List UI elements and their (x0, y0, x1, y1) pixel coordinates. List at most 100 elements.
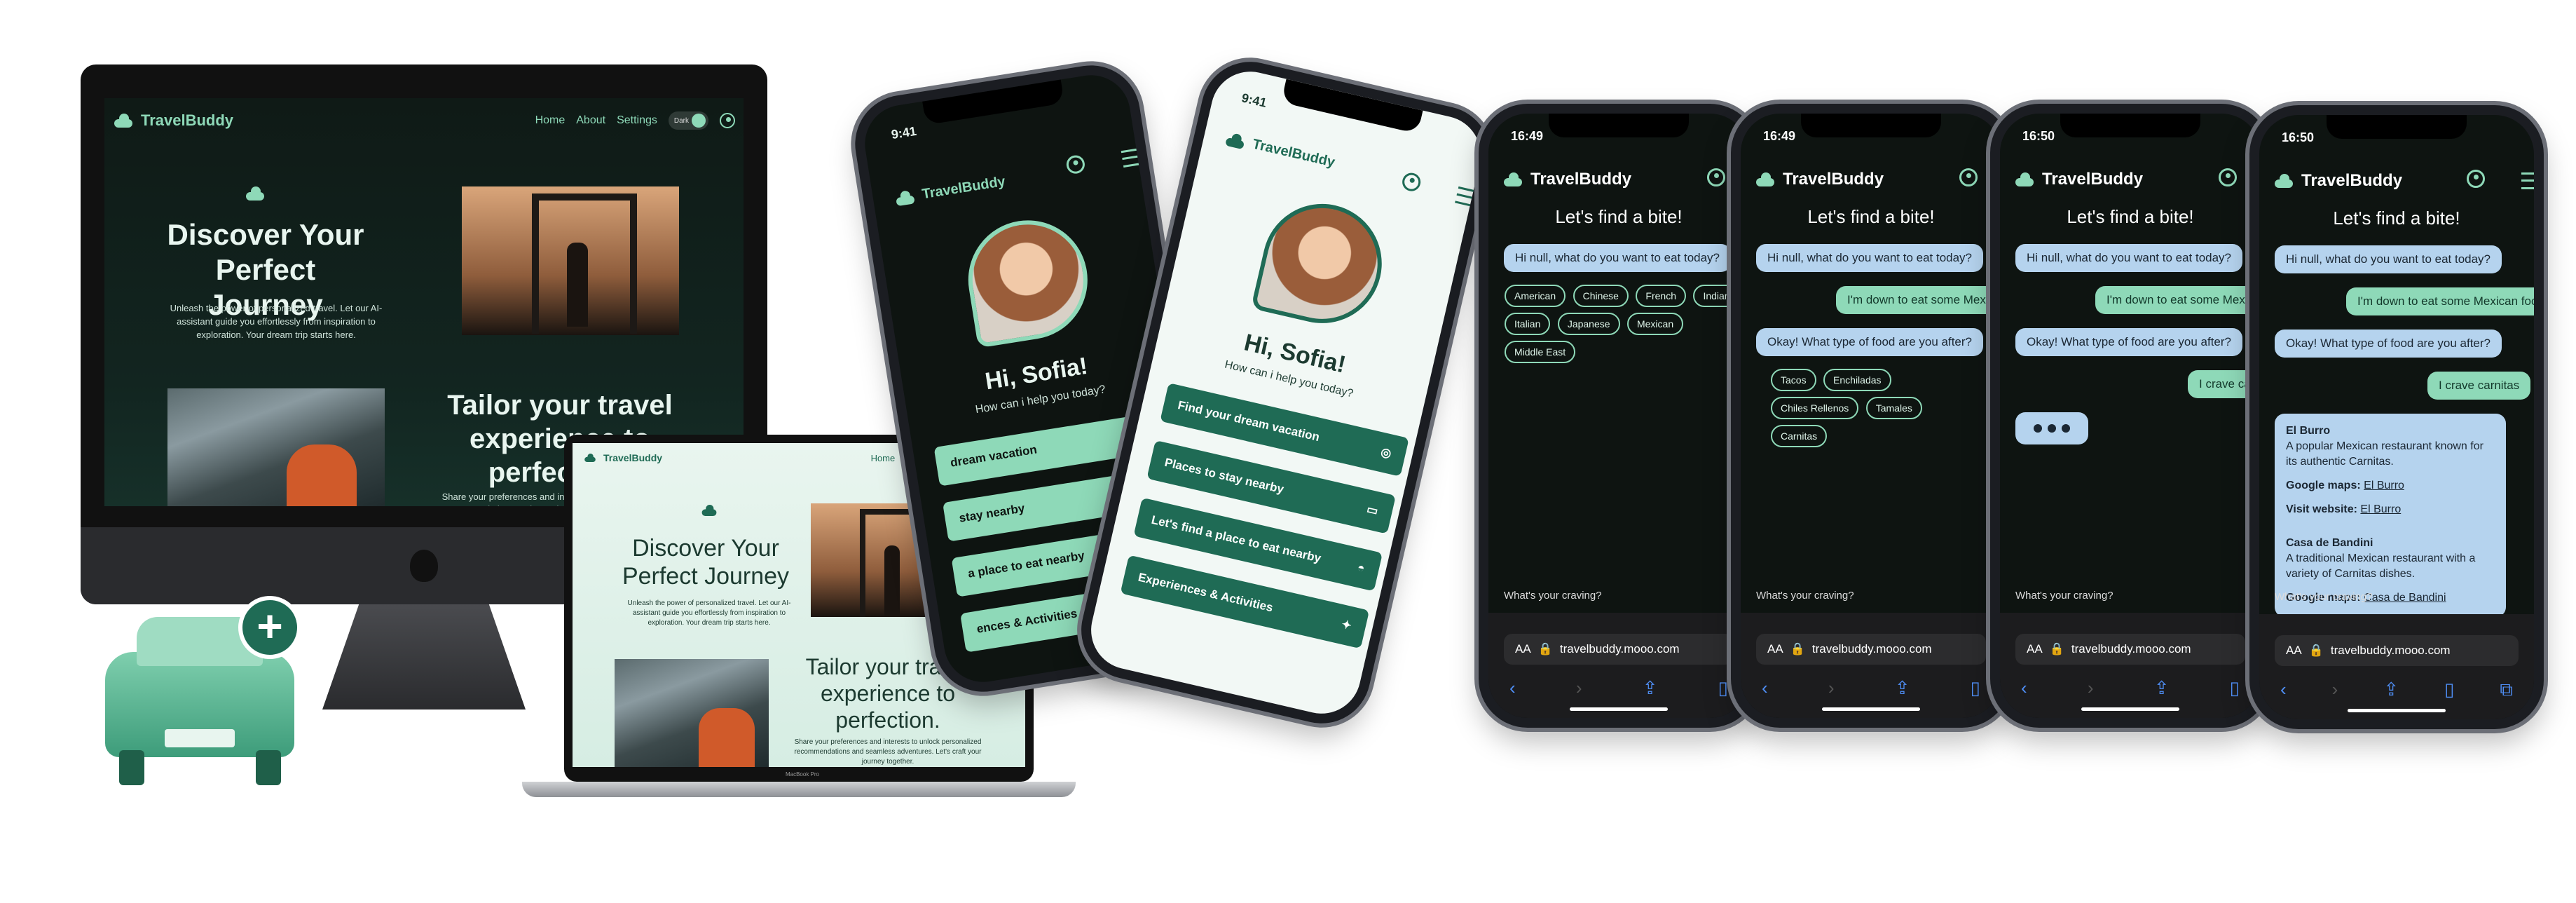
laptop-tailor-text: Share your preferences and interests to … (794, 738, 982, 766)
maps-label: Google maps: (2286, 480, 2361, 491)
safari-bar-1: AA 🔒 travelbuddy.mooo.com ‹ › ⇪ ▯ (1488, 613, 1749, 718)
url-bar[interactable]: AA 🔒 travelbuddy.mooo.com (2275, 635, 2519, 666)
share-icon[interactable]: ⇪ (2383, 679, 2399, 701)
share-icon[interactable]: ⇪ (1895, 677, 1910, 699)
menu-icon[interactable] (1121, 147, 1148, 168)
status-time-light: 9:41 (1240, 90, 1268, 110)
dark-mode-toggle[interactable]: Dark (668, 111, 708, 130)
chat-title-2: Let's find a bite! (1807, 206, 1935, 227)
user-icon[interactable] (1959, 168, 1978, 186)
nav-settings[interactable]: Settings (617, 114, 657, 127)
share-icon[interactable]: ⇪ (1643, 677, 1658, 699)
menu-label-1: Find your dream vacation (1177, 398, 1321, 444)
share-icon[interactable]: ⇪ (2154, 677, 2170, 699)
laptop-nav-home[interactable]: Home (871, 453, 896, 463)
cuisine-chip[interactable]: American (1505, 285, 1566, 307)
forward-icon[interactable]: › (2332, 679, 2338, 701)
forward-icon[interactable]: › (1828, 677, 1835, 699)
url-bar[interactable]: AA 🔒 travelbuddy.mooo.com (2015, 634, 2245, 665)
dish-chip[interactable]: Enchiladas (1823, 369, 1891, 391)
website-label: Visit website: (2286, 503, 2357, 515)
cuisine-chip[interactable]: Middle East (1505, 341, 1576, 363)
back-icon[interactable]: ‹ (1762, 677, 1768, 699)
notch (2327, 115, 2467, 139)
bot-message: Okay! What type of food are you after? (2015, 328, 2242, 356)
hero-text: Unleash the power of personalized travel… (170, 303, 383, 340)
laptop-label: MacBook Pro (785, 771, 820, 778)
maps-link[interactable]: Casa de Bandini (2364, 592, 2446, 604)
hero-cloud-icon (245, 186, 266, 201)
car-plate (165, 729, 235, 747)
laptop-lake-photo (615, 659, 769, 767)
user-icon[interactable] (2467, 170, 2485, 188)
phone-brand-name-light: TravelBuddy (1251, 136, 1337, 170)
cuisine-chip[interactable]: Japanese (1557, 313, 1620, 335)
apple-logo-icon (410, 550, 438, 582)
brand-logo[interactable]: TravelBuddy (113, 111, 233, 130)
cloud-logo-icon (893, 189, 917, 206)
typing-dot (2048, 424, 2056, 433)
chat-brand-2[interactable]: TravelBuddy (1755, 170, 1884, 189)
cuisine-chip[interactable]: French (1636, 285, 1686, 307)
url-bar[interactable]: AA 🔒 travelbuddy.mooo.com (1756, 634, 1986, 665)
dish-options: Tacos Enchiladas Chiles Rellenos Tamales… (1769, 366, 1979, 450)
home-indicator (1570, 707, 1668, 711)
dish-chip[interactable]: Carnitas (1771, 425, 1828, 447)
user-icon[interactable] (1400, 171, 1423, 194)
user-icon[interactable] (720, 113, 735, 128)
forward-icon[interactable]: › (1576, 677, 1582, 699)
nav-home[interactable]: Home (535, 114, 566, 127)
menu-icon[interactable] (2521, 172, 2534, 189)
back-icon[interactable]: ‹ (2280, 679, 2287, 701)
chat-title-1: Let's find a bite! (1555, 206, 1683, 227)
input-label-1: What's your craving? (1504, 590, 1602, 602)
chat-brand-4[interactable]: TravelBuddy (2273, 171, 2402, 191)
bookmarks-icon[interactable]: ▯ (2230, 677, 2240, 699)
back-icon[interactable]: ‹ (2021, 677, 2027, 699)
notch (1801, 114, 1941, 137)
aa-label: AA (2027, 642, 2043, 656)
input-label-3: What's your craving? (2015, 590, 2113, 602)
food-icon: ◓ (1356, 560, 1366, 576)
hero-photo (462, 186, 679, 335)
home-indicator (2348, 709, 2446, 712)
laptop-brand-name: TravelBuddy (603, 452, 663, 463)
chat-brand-3[interactable]: TravelBuddy (2014, 170, 2143, 189)
user-icon[interactable] (1707, 168, 1725, 186)
bookmarks-icon[interactable]: ▯ (2444, 679, 2454, 701)
tabs-icon[interactable]: ⧉ (2500, 679, 2513, 701)
nav-about[interactable]: About (576, 114, 605, 127)
url-text: travelbuddy.mooo.com (2071, 642, 2191, 656)
cuisine-options: American Chinese French Indian Italian J… (1502, 282, 1748, 366)
cuisine-chip[interactable]: Chinese (1573, 285, 1629, 307)
forward-icon[interactable]: › (2088, 677, 2094, 699)
restaurant-desc: A popular Mexican restaurant known for i… (2286, 440, 2483, 468)
user-icon[interactable] (2219, 168, 2237, 186)
lake-photo (167, 388, 385, 506)
menu-label-3: Let's find a place to eat nearby (1150, 512, 1322, 566)
car-illustration: + (98, 596, 301, 792)
phone-brand[interactable]: TravelBuddy (893, 174, 1007, 208)
back-icon[interactable]: ‹ (1509, 677, 1516, 699)
chat-brand-1[interactable]: TravelBuddy (1502, 170, 1631, 189)
dish-chip[interactable]: Tacos (1771, 369, 1816, 391)
user-icon[interactable] (1065, 154, 1086, 175)
chat-screen-3: 16:50 TravelBuddy Let's find a bite! Hi … (2000, 114, 2261, 718)
cuisine-chip[interactable]: Italian (1505, 313, 1551, 335)
bookmarks-icon[interactable]: ▯ (1971, 677, 1980, 699)
cloud-logo-icon (1502, 172, 1523, 186)
aa-label: AA (1767, 642, 1783, 656)
lock-icon: 🔒 (1537, 642, 1553, 656)
laptop-hero-text: Unleash the power of personalized travel… (627, 599, 791, 627)
phone-brand-light[interactable]: TravelBuddy (1224, 130, 1336, 171)
maps-link[interactable]: El Burro (2364, 480, 2404, 491)
dish-chip[interactable]: Tamales (1865, 397, 1922, 419)
laptop-brand[interactable]: TravelBuddy (580, 451, 662, 465)
lock-icon: 🔒 (2308, 644, 2324, 657)
bookmarks-icon[interactable]: ▯ (1718, 677, 1728, 699)
url-bar[interactable]: AA 🔒 travelbuddy.mooo.com (1504, 634, 1734, 665)
cuisine-chip[interactable]: Mexican (1626, 313, 1684, 335)
website-link[interactable]: El Burro (2360, 503, 2401, 515)
user-message: I'm down to eat some Mexican food (1836, 286, 2001, 314)
dish-chip[interactable]: Chiles Rellenos (1771, 397, 1859, 419)
